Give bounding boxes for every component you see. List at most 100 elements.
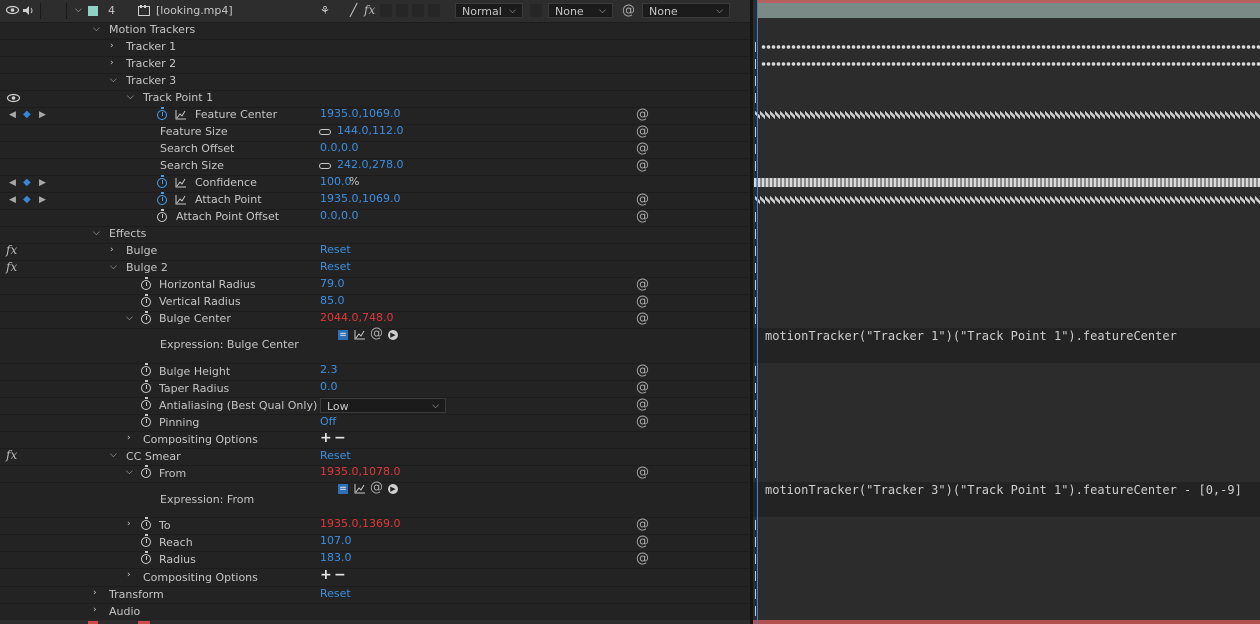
reset-link[interactable]: Reset	[320, 243, 351, 256]
eye-icon[interactable]	[6, 93, 21, 106]
tracker-keyframes[interactable]	[761, 43, 1260, 51]
remove-mask-button[interactable]: −	[334, 430, 346, 446]
chevron-down-icon[interactable]: ⌵	[110, 450, 117, 460]
speaker-icon[interactable]	[22, 5, 34, 19]
pickwhip-icon[interactable]: @	[370, 326, 383, 341]
property-value[interactable]: 1935.0,1069.0	[320, 192, 400, 205]
property-row-transform[interactable]: › Transform Reset	[0, 586, 750, 604]
chevron-right-icon[interactable]: ›	[127, 519, 131, 529]
blend-mode-dropdown[interactable]: Normal ⌵	[455, 3, 523, 18]
expression-language-menu-icon[interactable]: ▶	[388, 484, 398, 494]
switch-box[interactable]	[380, 4, 392, 17]
chevron-down-icon[interactable]: ⌵	[127, 92, 134, 102]
property-row-feature-size[interactable]: Feature Size 144.0,112.0 @	[0, 124, 750, 142]
stopwatch-icon[interactable]	[141, 363, 151, 376]
property-row-vertical-radius[interactable]: Vertical Radius 85.0 @	[0, 294, 750, 312]
expression-enable-icon[interactable]: =	[338, 484, 348, 494]
stopwatch-icon[interactable]	[141, 294, 151, 307]
switch-box[interactable]	[396, 4, 408, 17]
stopwatch-icon[interactable]	[157, 192, 167, 205]
expression-editor-bulge-center[interactable]: motionTracker("Tracker 1")("Track Point …	[753, 328, 1260, 364]
remove-mask-button[interactable]: −	[334, 567, 346, 583]
quality-switch-icon[interactable]: ╱	[350, 3, 357, 17]
property-row-audio[interactable]: › Audio	[0, 603, 750, 621]
property-row-effects[interactable]: ⌵ Effects	[0, 226, 750, 244]
property-row-radius[interactable]: Radius 183.0 @	[0, 551, 750, 569]
property-row-bulge[interactable]: fx › Bulge Reset	[0, 243, 750, 261]
switch-box[interactable]	[412, 4, 424, 17]
reset-link[interactable]: Reset	[320, 449, 351, 462]
reset-link[interactable]: Reset	[320, 260, 351, 273]
pickwhip-icon[interactable]: @	[370, 480, 383, 495]
pickwhip-icon[interactable]: @	[636, 551, 649, 566]
next-keyframe-icon[interactable]: ▶	[39, 195, 46, 205]
property-value[interactable]: 107.0	[320, 534, 352, 547]
stopwatch-icon[interactable]	[141, 414, 151, 427]
property-value[interactable]: 2.3	[320, 363, 338, 376]
chevron-right-icon[interactable]: ›	[110, 245, 114, 255]
stopwatch-icon[interactable]	[141, 465, 151, 478]
stopwatch-icon[interactable]	[141, 380, 151, 393]
property-value[interactable]: 1935.0,1369.0	[320, 517, 400, 530]
property-row-compositing-options[interactable]: › Compositing Options + −	[0, 430, 750, 449]
chevron-right-icon[interactable]: ›	[93, 605, 97, 615]
stopwatch-icon[interactable]	[141, 311, 151, 324]
property-row-horizontal-radius[interactable]: Horizontal Radius 79.0 @	[0, 277, 750, 295]
pickwhip-icon[interactable]: @	[636, 158, 649, 173]
pickwhip-icon[interactable]: @	[622, 3, 635, 18]
property-row-bulge-height[interactable]: Bulge Height 2.3 @	[0, 363, 750, 381]
layer-bar[interactable]	[757, 3, 1260, 18]
property-value[interactable]: 2044.0,748.0	[320, 311, 393, 324]
stopwatch-icon[interactable]	[157, 107, 167, 120]
property-value[interactable]: 100.0	[320, 175, 352, 188]
layer-name[interactable]: [looking.mp4]	[156, 4, 233, 17]
antialiasing-dropdown[interactable]: Low ⌵	[320, 398, 446, 413]
keyframe-icon[interactable]: ◆	[23, 177, 31, 188]
graph-icon[interactable]	[175, 110, 186, 120]
add-mask-button[interactable]: +	[320, 567, 332, 583]
pickwhip-icon[interactable]: @	[636, 414, 649, 429]
chevron-down-icon[interactable]: ⌵	[93, 228, 100, 238]
pickwhip-icon[interactable]: @	[636, 107, 649, 122]
chevron-right-icon[interactable]: ›	[110, 41, 114, 51]
expression-language-menu-icon[interactable]: ▶	[388, 330, 398, 340]
pickwhip-icon[interactable]: @	[636, 277, 649, 292]
fx-icon[interactable]: fx	[6, 260, 17, 274]
property-row-attach-point[interactable]: ◀ ◆ ▶ Attach Point 1935.0,1069.0 @	[0, 192, 750, 210]
property-row-taper-radius[interactable]: Taper Radius 0.0 @	[0, 380, 750, 398]
property-row-attach-point-offset[interactable]: Attach Point Offset 0.0,0.0 @	[0, 209, 750, 227]
property-row-pinning[interactable]: Pinning Off @	[0, 414, 750, 432]
next-keyframe-icon[interactable]: ▶	[39, 110, 46, 120]
fx-switch-icon[interactable]: fx	[364, 3, 375, 17]
property-value[interactable]: 242.0,278.0	[337, 158, 403, 171]
prev-keyframe-icon[interactable]: ◀	[9, 178, 16, 188]
pickwhip-icon[interactable]: @	[636, 397, 649, 412]
graph-icon[interactable]	[354, 330, 365, 340]
property-row-tracker-2[interactable]: › Tracker 2	[0, 56, 750, 74]
pickwhip-icon[interactable]: @	[636, 363, 649, 378]
property-row-feature-center[interactable]: ◀ ◆ ▶ Feature Center 1935.0,1069.0 @	[0, 107, 750, 125]
pickwhip-icon[interactable]: @	[636, 124, 649, 139]
layer-duration-bar[interactable]	[753, 0, 1260, 23]
property-value[interactable]: Off	[320, 415, 336, 428]
property-row-compositing-options[interactable]: › Compositing Options + −	[0, 567, 750, 587]
property-value[interactable]: 0.0,0.0	[320, 209, 358, 222]
pickwhip-icon[interactable]: @	[636, 192, 649, 207]
current-time-indicator[interactable]	[757, 0, 758, 624]
property-row-bulge-2[interactable]: fx ⌵ Bulge 2 Reset	[0, 260, 750, 278]
parent-dropdown[interactable]: None ⌵	[642, 3, 730, 18]
keyframe-bars[interactable]	[754, 178, 1260, 187]
stopwatch-icon[interactable]	[141, 277, 151, 290]
property-row-motion-trackers[interactable]: ⌵ Motion Trackers	[0, 22, 750, 40]
property-row-to[interactable]: › To 1935.0,1369.0 @	[0, 517, 750, 535]
pickwhip-icon[interactable]: @	[636, 209, 649, 224]
layer-row[interactable]: ⌵ 4 [looking.mp4] ⚘ ╱ fx Normal ⌵ None ⌵ @…	[0, 0, 750, 23]
stopwatch-icon[interactable]	[157, 209, 167, 222]
property-value[interactable]: 144.0,112.0	[337, 124, 403, 137]
switch-box[interactable]	[428, 4, 440, 17]
layer-collapse-chevron-icon[interactable]: ⌵	[75, 5, 82, 15]
expression-enable-icon[interactable]: =	[338, 330, 348, 340]
add-mask-button[interactable]: +	[320, 430, 332, 446]
next-layer-bar[interactable]	[753, 620, 1260, 624]
pickwhip-icon[interactable]: @	[636, 465, 649, 480]
